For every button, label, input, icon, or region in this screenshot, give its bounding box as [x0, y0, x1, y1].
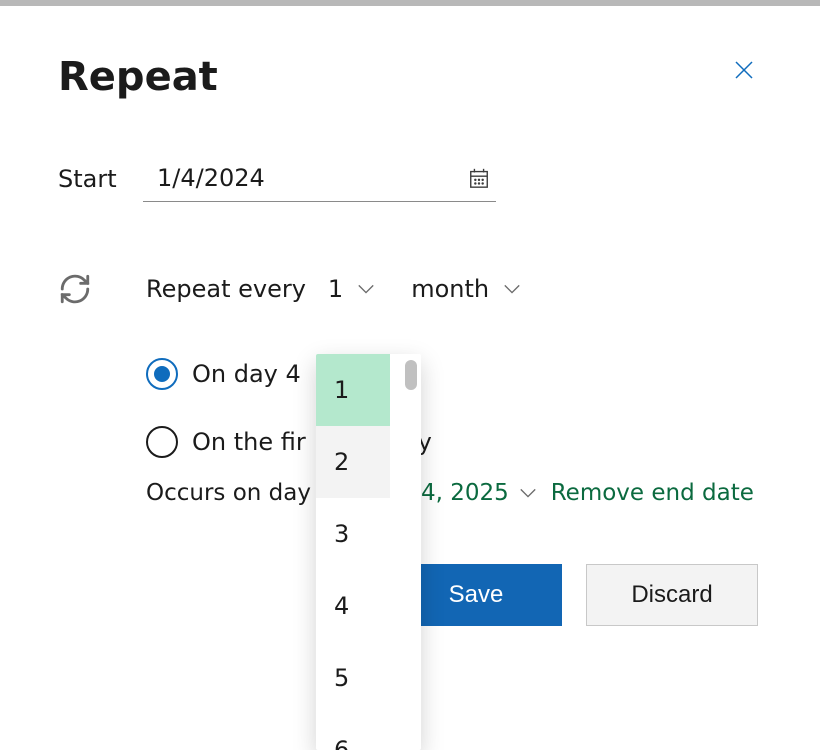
dropdown-option[interactable]: 4: [316, 570, 390, 642]
close-icon: [732, 58, 756, 86]
scrollbar-thumb[interactable]: [405, 360, 417, 390]
dropdown-option[interactable]: 5: [316, 642, 390, 714]
start-date-value: 1/4/2024: [157, 164, 265, 192]
repeat-every-label: Repeat every: [146, 275, 306, 303]
repeat-options: On day 4 On the fir day: [146, 340, 762, 476]
chevron-down-icon: [503, 283, 521, 295]
interval-value: 1: [328, 275, 343, 303]
scrollbar-track[interactable]: [403, 358, 419, 738]
radio-on-day[interactable]: On day 4: [146, 340, 762, 408]
close-button[interactable]: [726, 54, 762, 90]
repeat-icon: [58, 272, 92, 306]
start-label: Start: [58, 165, 143, 193]
repeat-row: Repeat every 1 month: [58, 272, 762, 306]
dropdown-list: 1 2 3 4 5 6: [316, 354, 390, 750]
unit-dropdown[interactable]: month: [411, 275, 521, 303]
until-date-dropdown[interactable]: 4, 2025: [421, 480, 537, 506]
occurs-prefix: Occurs on day 4: [146, 480, 333, 506]
remove-end-date-link[interactable]: Remove end date: [551, 480, 754, 506]
radio-icon: [146, 426, 178, 458]
calendar-icon[interactable]: [468, 167, 490, 189]
radio-on-first[interactable]: On the fir day: [146, 408, 762, 476]
radio-icon: [146, 358, 178, 390]
dialog-buttons: Save Discard: [146, 564, 762, 626]
until-date-value: 4, 2025: [421, 480, 509, 506]
radio-on-first-label: On the fir: [192, 428, 306, 456]
dropdown-option[interactable]: 2: [316, 426, 390, 498]
dialog-title: Repeat: [58, 54, 762, 100]
unit-value: month: [411, 275, 489, 303]
chevron-down-icon: [519, 487, 537, 499]
radio-on-day-label: On day 4: [192, 360, 301, 388]
dropdown-option[interactable]: 3: [316, 498, 390, 570]
interval-dropdown[interactable]: 1: [328, 275, 375, 303]
dropdown-option[interactable]: 1: [316, 354, 390, 426]
interval-dropdown-listbox[interactable]: 1 2 3 4 5 6: [316, 354, 421, 750]
dropdown-option[interactable]: 6: [316, 714, 390, 750]
start-row: Start 1/4/2024: [58, 156, 762, 202]
discard-button[interactable]: Discard: [586, 564, 758, 626]
start-date-input[interactable]: 1/4/2024: [143, 156, 496, 202]
occurs-summary: Occurs on day 4 4, 2025 Remove end date: [146, 480, 762, 506]
chevron-down-icon: [357, 283, 375, 295]
